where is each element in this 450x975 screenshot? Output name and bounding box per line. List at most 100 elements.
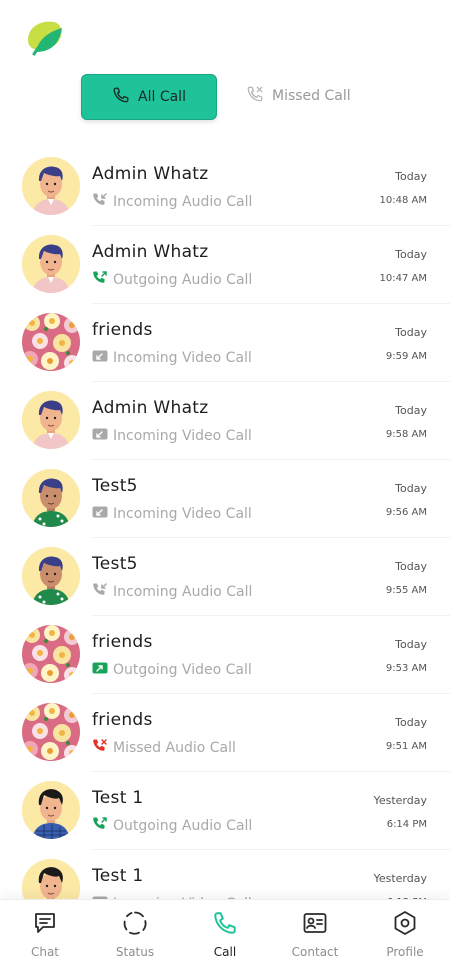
avatar <box>22 469 80 527</box>
call-filter-tabs: All Call Missed Call <box>0 74 450 120</box>
avatar <box>22 235 80 293</box>
phone-incoming-icon <box>92 192 108 212</box>
video-outgoing-icon <box>92 660 108 680</box>
call-type-label: Incoming Video Call <box>113 350 252 366</box>
call-time: 9:55 AM <box>385 585 427 596</box>
call-day: Today <box>395 404 427 417</box>
nav-label: Status <box>115 945 155 959</box>
call-day: Today <box>395 326 427 339</box>
phone-missed-icon <box>246 85 264 107</box>
nav-item-call[interactable]: Call <box>180 900 270 975</box>
avatar <box>22 313 80 371</box>
contact-name: Admin Whatz <box>92 164 209 184</box>
nav-label: Chat <box>30 945 60 959</box>
call-list-item[interactable]: Admin Whatz Incoming Video Call Today 9:… <box>0 382 450 460</box>
call-type-label: Outgoing Audio Call <box>113 818 253 834</box>
call-time: 9:51 AM <box>385 741 427 752</box>
avatar <box>22 781 80 839</box>
call-info: Incoming Audio Call <box>92 192 252 212</box>
call-type-label: Outgoing Video Call <box>113 662 252 678</box>
bottom-nav: Chat Status Call Contact Profile <box>0 899 450 975</box>
call-info: Outgoing Video Call <box>92 660 252 680</box>
phone-icon <box>112 86 130 108</box>
call-info: Incoming Audio Call <box>92 582 252 602</box>
nav-label: Contact <box>291 945 339 959</box>
tab-all-call-label: All Call <box>138 89 186 105</box>
phone-incoming-icon <box>92 582 108 602</box>
nav-label: Profile <box>386 945 424 959</box>
phone-missed-icon <box>92 738 108 758</box>
nav-item-status[interactable]: Status <box>90 900 180 975</box>
phone-outgoing-icon <box>92 270 108 290</box>
contact-name: Admin Whatz <box>92 398 209 418</box>
call-list-item[interactable]: Test 1 Outgoing Audio Call Yesterday 6:1… <box>0 772 450 850</box>
tab-missed-call-label: Missed Call <box>272 88 351 104</box>
call-info: Incoming Video Call <box>92 426 252 446</box>
chat-icon <box>32 910 58 939</box>
call-day: Today <box>395 482 427 495</box>
call-day: Today <box>395 170 427 183</box>
contact-icon <box>302 910 328 939</box>
call-list-item[interactable]: Admin Whatz Outgoing Audio Call Today 10… <box>0 226 450 304</box>
call-type-label: Outgoing Audio Call <box>113 272 253 288</box>
call-info: Incoming Video Call <box>92 348 252 368</box>
video-incoming-icon <box>92 504 108 524</box>
app-logo <box>24 18 64 58</box>
call-list-item[interactable]: friends Missed Audio Call Today 9:51 AM <box>0 694 450 772</box>
call-day: Yesterday <box>373 872 427 885</box>
call-icon <box>212 910 238 939</box>
avatar <box>22 547 80 605</box>
call-info: Missed Audio Call <box>92 738 236 758</box>
call-info: Outgoing Audio Call <box>92 816 252 836</box>
call-time: 9:56 AM <box>385 507 427 518</box>
tab-all-call[interactable]: All Call <box>81 74 217 120</box>
avatar <box>22 625 80 683</box>
call-time: 10:47 AM <box>379 273 427 284</box>
contact-name: Test 1 <box>92 788 144 808</box>
call-time: 9:58 AM <box>385 429 427 440</box>
call-time: 6:14 PM <box>386 819 427 830</box>
avatar <box>22 391 80 449</box>
call-time: 9:53 AM <box>385 663 427 674</box>
contact-name: Test5 <box>92 476 138 496</box>
call-time: 10:48 AM <box>379 195 427 206</box>
app-root: All Call Missed Call Admin Whatz Incomin… <box>0 0 450 975</box>
call-day: Today <box>395 638 427 651</box>
tab-missed-call[interactable]: Missed Call <box>246 74 366 118</box>
call-type-label: Incoming Audio Call <box>113 194 253 210</box>
avatar <box>22 703 80 761</box>
phone-outgoing-icon <box>92 816 108 836</box>
profile-icon <box>392 910 418 939</box>
nav-item-contact[interactable]: Contact <box>270 900 360 975</box>
contact-name: friends <box>92 710 153 730</box>
video-incoming-icon <box>92 426 108 446</box>
call-day: Today <box>395 560 427 573</box>
contact-name: friends <box>92 320 153 340</box>
avatar <box>22 157 80 215</box>
call-info: Incoming Video Call <box>92 504 252 524</box>
status-icon <box>122 910 148 939</box>
nav-item-profile[interactable]: Profile <box>360 900 450 975</box>
call-list-item[interactable]: Test5 Incoming Video Call Today 9:56 AM <box>0 460 450 538</box>
call-type-label: Missed Audio Call <box>113 740 236 756</box>
contact-name: Admin Whatz <box>92 242 209 262</box>
call-day: Today <box>395 248 427 261</box>
call-list: Admin Whatz Incoming Audio Call Today 10… <box>0 148 450 928</box>
call-list-item[interactable]: friends Incoming Video Call Today 9:59 A… <box>0 304 450 382</box>
call-info: Outgoing Audio Call <box>92 270 252 290</box>
video-incoming-icon <box>92 348 108 368</box>
call-type-label: Incoming Audio Call <box>113 584 253 600</box>
call-list-item[interactable]: Test5 Incoming Audio Call Today 9:55 AM <box>0 538 450 616</box>
call-list-item[interactable]: friends Outgoing Video Call Today 9:53 A… <box>0 616 450 694</box>
contact-name: Test5 <box>92 554 138 574</box>
call-list-item[interactable]: Admin Whatz Incoming Audio Call Today 10… <box>0 148 450 226</box>
call-type-label: Incoming Video Call <box>113 506 252 522</box>
call-time: 9:59 AM <box>385 351 427 362</box>
contact-name: Test 1 <box>92 866 144 886</box>
call-type-label: Incoming Video Call <box>113 428 252 444</box>
nav-label: Call <box>213 945 237 959</box>
nav-item-chat[interactable]: Chat <box>0 900 90 975</box>
contact-name: friends <box>92 632 153 652</box>
call-day: Yesterday <box>373 794 427 807</box>
call-day: Today <box>395 716 427 729</box>
